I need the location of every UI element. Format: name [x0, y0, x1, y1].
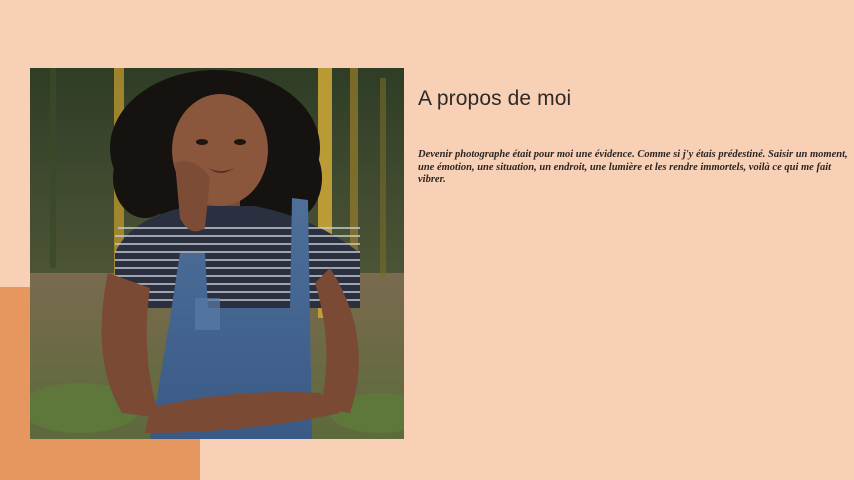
about-title: A propos de moi: [418, 87, 572, 110]
portrait-illustration: [30, 68, 404, 439]
portrait-photo: [30, 68, 404, 439]
about-section: A propos de moi Devenir photographe étai…: [418, 86, 852, 187]
about-bio: Devenir photographe était pour moi une é…: [418, 149, 848, 185]
